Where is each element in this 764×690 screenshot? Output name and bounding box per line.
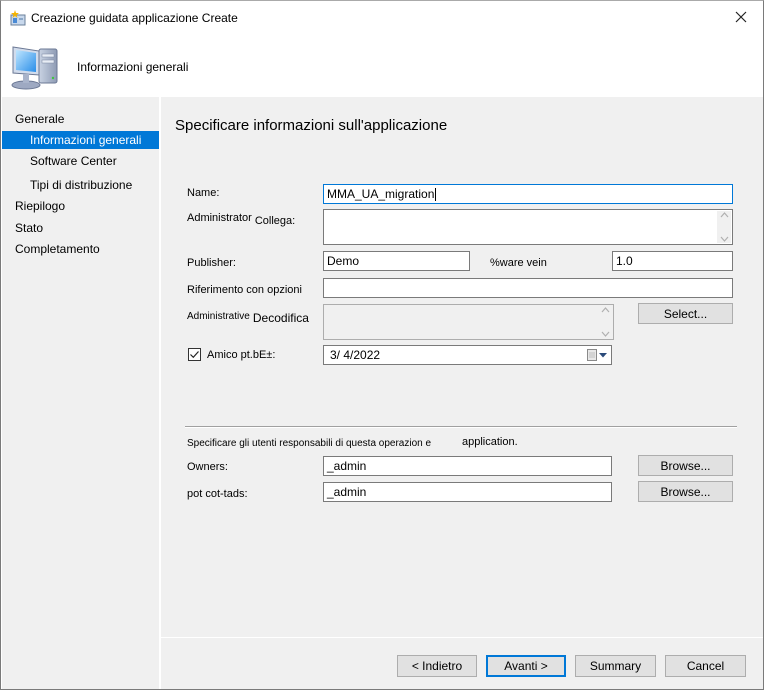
page-content: Specificare informazioni sull'applicazio… — [161, 97, 763, 637]
optional-reference-input[interactable] — [323, 278, 733, 298]
publisher-input[interactable]: Demo — [323, 251, 470, 271]
name-label: Name: — [187, 187, 220, 199]
wizard-window: Creazione guidata applicazione Create In… — [0, 0, 764, 690]
window-title: Creazione guidata applicazione Create — [31, 11, 238, 25]
support-contacts-label: pot cot-tads: — [187, 488, 248, 500]
optional-reference-label: Riferimento con opzioni — [187, 284, 302, 296]
back-button[interactable]: < Indietro — [397, 655, 477, 677]
date-published-value: 3/ 4/2022 — [330, 348, 381, 362]
support-contacts-value: _admin — [327, 485, 367, 499]
software-version-value: 1.0 — [616, 254, 633, 268]
section-divider-highlight — [185, 427, 737, 428]
name-input[interactable]: MMA_UA_migration — [323, 184, 733, 204]
calendar-dropdown[interactable] — [587, 349, 607, 361]
nav-item-informazioni-generali[interactable]: Informazioni generali — [2, 131, 159, 149]
chevron-down-icon[interactable] — [599, 352, 607, 358]
admin-categories-label-small: Administrative — [187, 311, 250, 322]
owners-label: Owners: — [187, 461, 228, 473]
nav-item-software-center[interactable]: Software Center — [2, 152, 159, 170]
publisher-value: Demo — [327, 254, 360, 268]
admin-categories-label-big: Decodifica — [252, 311, 309, 325]
date-published-checkbox[interactable] — [188, 348, 201, 361]
admin-categories-list[interactable] — [323, 304, 614, 340]
owners-browse-button[interactable]: Browse... — [638, 455, 733, 476]
admin-comments-label-big: Collega: — [254, 215, 296, 227]
date-published-picker[interactable]: 3/ 4/2022 — [323, 345, 612, 365]
close-icon — [735, 11, 747, 23]
nav-item-riepilogo[interactable]: Riepilogo — [2, 197, 159, 215]
wizard-header: Informazioni generali — [1, 35, 763, 97]
admin-categories-scrollbar[interactable] — [598, 306, 612, 338]
scroll-up-icon[interactable] — [720, 211, 729, 219]
admin-comments-label-small: Administrator — [187, 212, 252, 224]
publisher-label: Publisher: — [187, 257, 236, 269]
scroll-up-icon[interactable] — [601, 306, 610, 314]
owners-input[interactable]: _admin — [323, 456, 612, 476]
title-bar: Creazione guidata applicazione Create — [1, 1, 763, 35]
admin-comments-input[interactable] — [323, 209, 733, 245]
owners-section-text: Specificare gli utenti responsabili di q… — [187, 438, 432, 449]
owners-value: _admin — [327, 459, 367, 473]
next-button[interactable]: Avanti > — [486, 655, 566, 677]
close-button[interactable] — [725, 3, 757, 31]
wizard-nav: Generale Informazioni generali Software … — [2, 97, 159, 689]
admin-comments-label: Administrator Collega: — [187, 212, 296, 227]
support-contacts-browse-button[interactable]: Browse... — [638, 481, 733, 502]
wizard-footer: < Indietro Avanti > Summary Cancel — [161, 637, 763, 689]
scroll-down-icon[interactable] — [601, 330, 610, 338]
header-title: Informazioni generali — [77, 60, 189, 74]
calendar-icon[interactable] — [587, 349, 598, 361]
nav-item-tipi-di-distribuzione[interactable]: Tipi di distribuzione — [2, 176, 159, 194]
owners-section-text-2: application. — [462, 436, 518, 448]
checkmark-icon — [190, 351, 199, 359]
text-caret — [435, 188, 437, 202]
computer-icon — [9, 41, 61, 91]
nav-item-stato[interactable]: Stato — [2, 219, 159, 237]
summary-button[interactable]: Summary — [575, 655, 656, 677]
admin-comments-scrollbar[interactable] — [717, 211, 731, 243]
nav-item-completamento[interactable]: Completamento — [2, 240, 159, 258]
scroll-down-icon[interactable] — [720, 235, 729, 243]
nav-item-generale[interactable]: Generale — [2, 110, 159, 128]
cancel-button[interactable]: Cancel — [665, 655, 746, 677]
wizard-app-icon — [10, 10, 26, 26]
support-contacts-input[interactable]: _admin — [323, 482, 612, 502]
name-value: MMA_UA_migration — [327, 187, 435, 201]
page-heading: Specificare informazioni sull'applicazio… — [175, 117, 448, 134]
select-categories-button[interactable]: Select... — [638, 303, 733, 324]
admin-categories-label: Administrative Decodifica — [187, 308, 309, 325]
software-version-label: %ware vein — [490, 257, 547, 269]
date-published-label: Amico pt.bE±: — [207, 349, 276, 361]
software-version-input[interactable]: 1.0 — [612, 251, 733, 271]
